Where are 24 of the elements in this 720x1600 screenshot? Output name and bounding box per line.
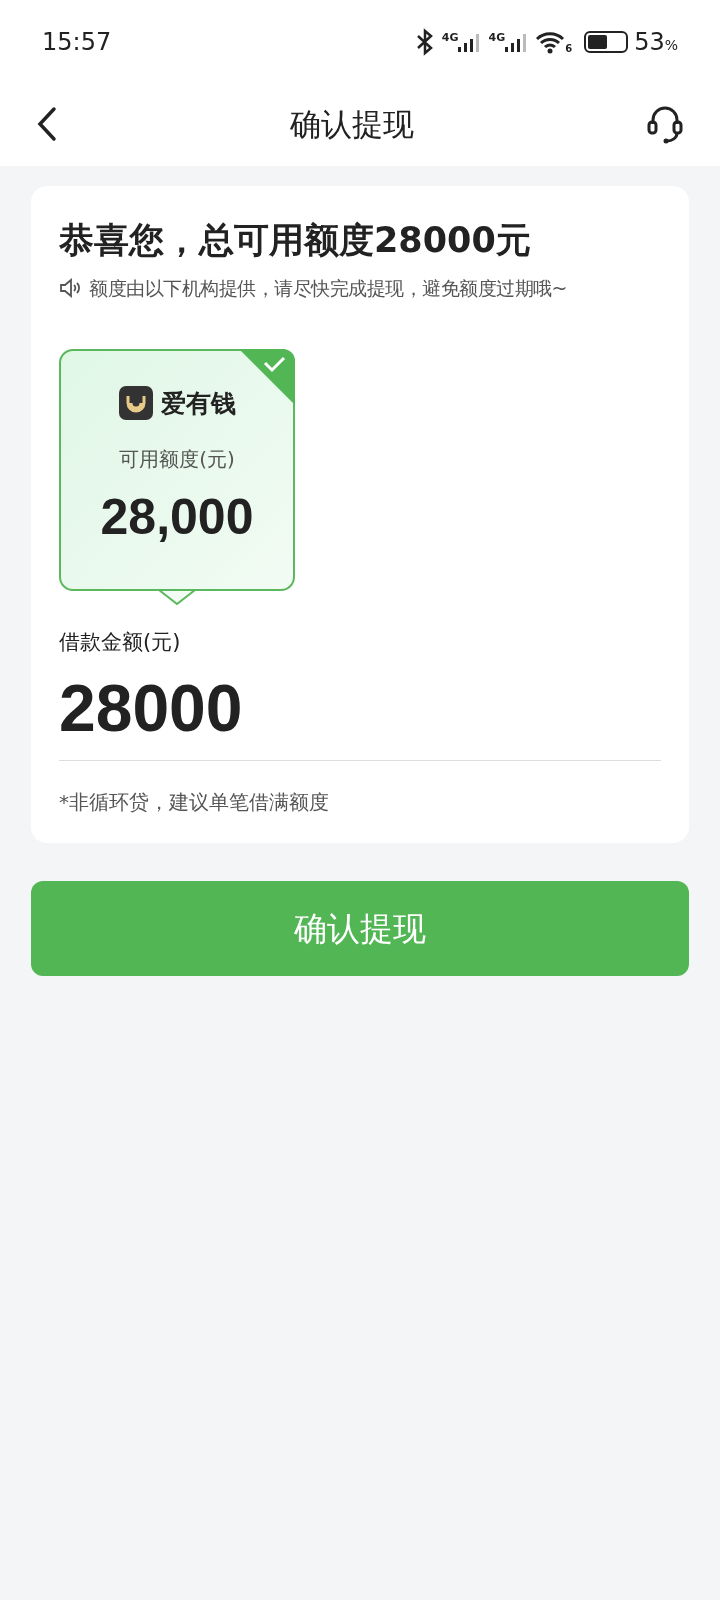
headset-icon[interactable] bbox=[646, 104, 684, 144]
network-type: 4G bbox=[441, 32, 459, 43]
pointer-tail-icon bbox=[159, 588, 195, 605]
summary-title: 恭喜您，总可用额度28000元 bbox=[59, 219, 532, 262]
available-label: 可用额度(元) bbox=[119, 446, 235, 473]
battery-percent: 53 bbox=[634, 27, 665, 58]
percent-sign: % bbox=[664, 37, 678, 55]
battery-icon bbox=[584, 31, 629, 53]
loan-label: 借款金额(元) bbox=[59, 628, 182, 656]
lender-card[interactable]: 爱有钱 可用额度(元) 28,000 bbox=[59, 348, 295, 591]
page-title: 确认提现 bbox=[290, 104, 414, 144]
notice-text: 额度由以下机构提供，请尽快完成提现，避免额度过期哦~ bbox=[89, 276, 567, 301]
app-logo-icon bbox=[118, 386, 153, 421]
lender-name: 爱有钱 bbox=[160, 387, 236, 420]
wifi-label: 6 bbox=[565, 44, 573, 54]
loan-hint: *非循环贷，建议单笔借满额度 bbox=[59, 789, 330, 816]
network-type: 4G bbox=[488, 32, 506, 43]
status-time: 15:57 bbox=[42, 27, 112, 58]
available-amount: 28,000 bbox=[100, 488, 254, 547]
speaker-icon bbox=[59, 277, 81, 300]
checkmark-corner-icon bbox=[239, 348, 295, 405]
loan-amount-field[interactable]: 28000 bbox=[59, 672, 661, 744]
wifi-icon bbox=[535, 30, 566, 54]
back-icon[interactable] bbox=[36, 106, 58, 142]
